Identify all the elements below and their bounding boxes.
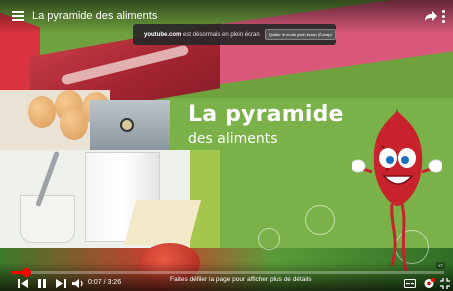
slide-subtitle: des aliments bbox=[188, 131, 278, 147]
cheese bbox=[123, 200, 202, 245]
current-time: 0:07 bbox=[88, 279, 102, 286]
video-player[interactable]: La pyramide des aliments La pyramide des… bbox=[0, 0, 453, 291]
subtitles-icon[interactable] bbox=[404, 278, 416, 289]
pause-icon[interactable] bbox=[37, 278, 47, 289]
next-icon[interactable] bbox=[56, 278, 66, 289]
egg bbox=[28, 96, 56, 128]
exit-fullscreen-button[interactable]: Quitter le mode plein écran (Échap) bbox=[264, 29, 336, 40]
fullscreen-notice-text: youtube.com est désormais en plein écran bbox=[144, 32, 260, 38]
progress-scrubber[interactable] bbox=[21, 268, 31, 277]
notice-domain: youtube.com bbox=[144, 31, 182, 38]
decor-circle bbox=[258, 228, 280, 250]
progress-bar[interactable] bbox=[11, 268, 444, 277]
scroll-hint: Faites défiler la page pour afficher plu… bbox=[170, 276, 312, 283]
notice-message: est désormais en plein écran bbox=[181, 31, 260, 38]
duration: 3:26 bbox=[107, 279, 122, 286]
egg bbox=[60, 108, 88, 140]
slide-title: La pyramide bbox=[188, 102, 344, 127]
video-title[interactable]: La pyramide des aliments bbox=[32, 10, 157, 22]
more-icon[interactable] bbox=[442, 10, 446, 23]
decor-circle bbox=[305, 205, 335, 235]
prev-icon[interactable] bbox=[18, 278, 28, 289]
settings-icon[interactable] bbox=[423, 278, 435, 289]
time-display: 0:07 / 3:26 bbox=[88, 279, 121, 286]
share-icon[interactable] bbox=[424, 10, 438, 22]
fullscreen-exit-icon[interactable] bbox=[440, 278, 450, 289]
fish-eye bbox=[120, 118, 134, 132]
beet-mascot bbox=[352, 108, 442, 272]
fullscreen-notice: youtube.com est désormais en plein écran… bbox=[133, 24, 336, 45]
channel-watermark[interactable]: YT bbox=[436, 262, 446, 269]
yogurt-cup bbox=[20, 195, 75, 243]
menu-icon[interactable] bbox=[12, 11, 24, 21]
volume-icon[interactable] bbox=[72, 278, 84, 289]
